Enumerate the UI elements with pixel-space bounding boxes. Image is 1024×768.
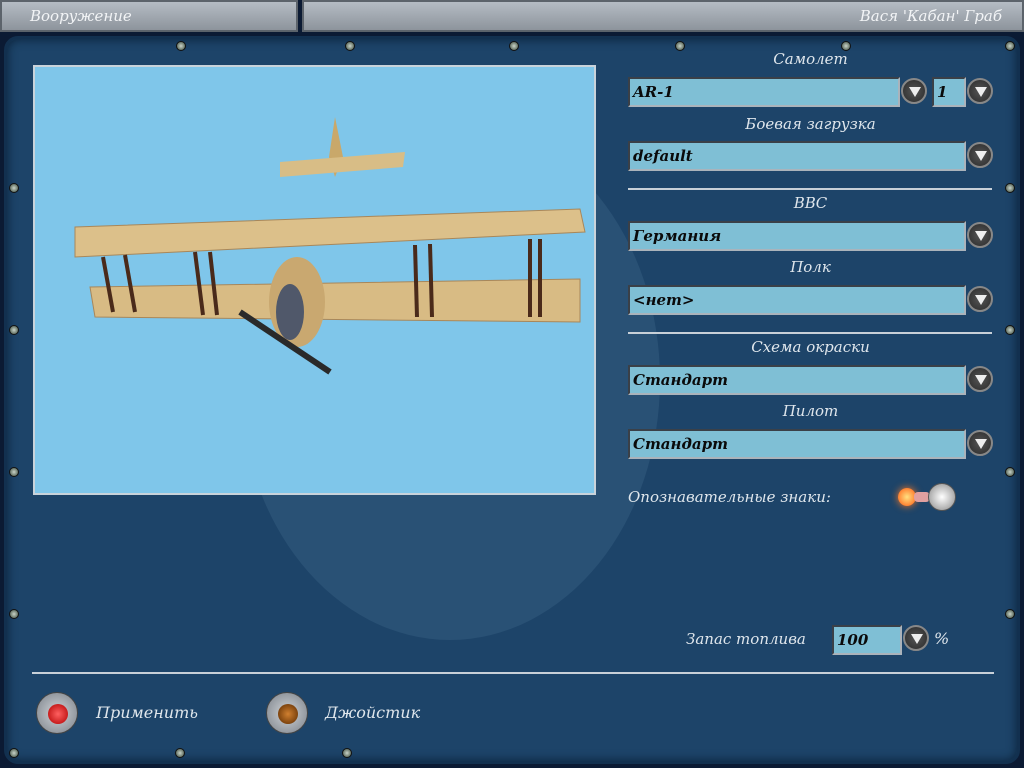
- aircraft-preview[interactable]: [33, 65, 596, 495]
- screw-icon: [1005, 325, 1015, 335]
- loadout-label: Боевая загрузка: [745, 115, 876, 133]
- screw-icon: [9, 609, 19, 619]
- skin-dropdown-button[interactable]: [967, 366, 993, 392]
- aircraft-count-select[interactable]: 1: [932, 77, 966, 107]
- apply-label[interactable]: Применить: [96, 703, 198, 722]
- markings-toggle[interactable]: [896, 483, 958, 511]
- air-force-select[interactable]: Германия: [628, 221, 966, 251]
- screw-icon: [1005, 467, 1015, 477]
- skin-select[interactable]: Стандарт: [628, 365, 966, 395]
- fuel-label: Запас топлива: [686, 630, 806, 648]
- regiment-label: Полк: [790, 258, 831, 276]
- fuel-dropdown-button[interactable]: [903, 625, 929, 651]
- screw-icon: [509, 41, 519, 51]
- screw-icon: [345, 41, 355, 51]
- joystick-button[interactable]: [266, 692, 308, 734]
- fuel-unit: %: [934, 629, 950, 648]
- fuel-select[interactable]: 100: [832, 625, 902, 655]
- skin-label: Схема окраски: [751, 338, 870, 356]
- aircraft-dropdown-button[interactable]: [901, 78, 927, 104]
- pilot-select[interactable]: Стандарт: [628, 429, 966, 459]
- screw-icon: [9, 183, 19, 193]
- air-force-label: ВВС: [793, 194, 828, 212]
- screw-icon: [176, 41, 186, 51]
- joystick-label[interactable]: Джойстик: [325, 703, 420, 722]
- pilot-dropdown-button[interactable]: [967, 430, 993, 456]
- aircraft-label: Самолет: [773, 50, 848, 68]
- regiment-select[interactable]: <нет>: [628, 285, 966, 315]
- screw-icon: [1005, 183, 1015, 193]
- count-dropdown-button[interactable]: [967, 78, 993, 104]
- divider: [32, 672, 994, 674]
- biplane-model: [74, 117, 586, 375]
- screw-icon: [9, 467, 19, 477]
- screw-icon: [342, 748, 352, 758]
- screw-icon: [175, 748, 185, 758]
- tab-armament[interactable]: Вооружение: [0, 0, 298, 32]
- screw-icon: [1005, 41, 1015, 51]
- loadout-select[interactable]: default: [628, 141, 966, 171]
- screw-icon: [9, 325, 19, 335]
- screw-icon: [9, 748, 19, 758]
- aircraft-select[interactable]: AR-1: [628, 77, 900, 107]
- pilot-label: Пилот: [782, 402, 839, 420]
- markings-label: Опознавательные знаки:: [628, 488, 831, 506]
- pilot-name: Вася 'Кабан' Граб: [302, 0, 1024, 32]
- regiment-dropdown-button[interactable]: [967, 286, 993, 312]
- divider: [628, 332, 992, 334]
- apply-button[interactable]: [36, 692, 78, 734]
- screw-icon: [1005, 609, 1015, 619]
- loadout-dropdown-button[interactable]: [967, 142, 993, 168]
- air-force-dropdown-button[interactable]: [967, 222, 993, 248]
- divider: [628, 188, 992, 190]
